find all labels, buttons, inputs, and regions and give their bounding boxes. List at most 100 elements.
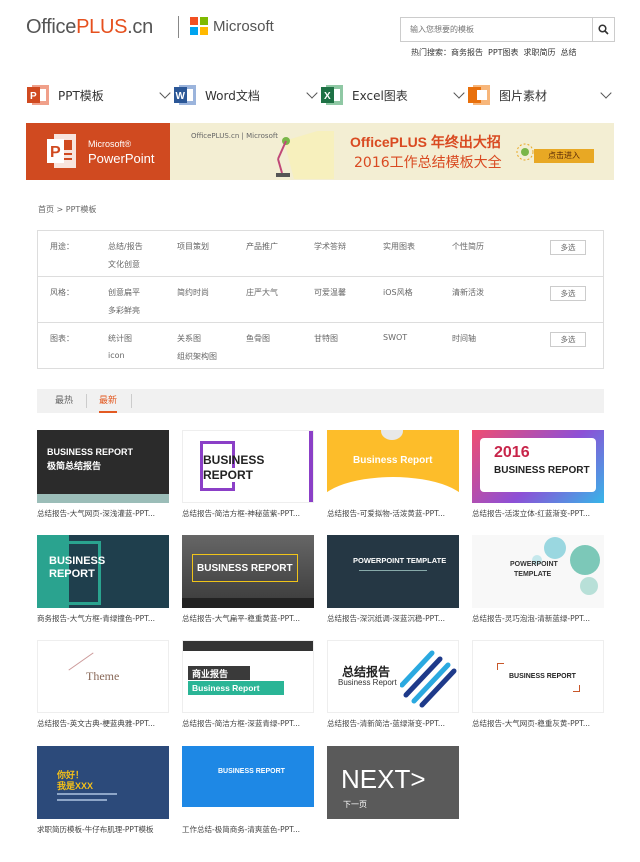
filter-option[interactable]: 总结/报告 — [108, 241, 143, 252]
logo-divider — [178, 16, 179, 38]
category-ppt[interactable]: P PPT模板 — [26, 80, 173, 110]
search-input[interactable] — [401, 18, 591, 41]
template-title[interactable]: 总结报告-大气网页-稳重灰黄-PPT... — [472, 718, 604, 729]
multi-select-button[interactable]: 多选 — [550, 286, 586, 301]
next-page-button[interactable]: NEXT> 下一页 — [327, 746, 459, 819]
excel-icon: X — [321, 85, 343, 105]
template-card[interactable]: POWERPOINT TEMPLATE 总结报告-灵巧泡泡-清新蓝绿-PPT..… — [472, 535, 604, 624]
filter-option[interactable]: 项目策划 — [177, 241, 209, 252]
filter-option[interactable]: 学术答辩 — [314, 241, 346, 252]
filter-option[interactable]: 清新活泼 — [452, 287, 484, 298]
sort-tabs: 最热 最新 — [37, 389, 604, 413]
template-title[interactable]: 总结报告-灵巧泡泡-清新蓝绿-PPT... — [472, 613, 604, 624]
filter-option[interactable]: 个性简历 — [452, 241, 484, 252]
filter-option[interactable]: 可爱温馨 — [314, 287, 346, 298]
filter-option[interactable]: SWOT — [383, 333, 407, 342]
template-thumbnail[interactable]: Business Report — [327, 430, 459, 503]
next-page-card[interactable]: NEXT> 下一页 — [327, 746, 459, 819]
hot-search-item[interactable]: 商务报告 — [451, 48, 483, 57]
tab-hot[interactable]: 最热 — [55, 389, 73, 413]
chevron-down-icon[interactable] — [159, 87, 171, 99]
chevron-down-icon[interactable] — [306, 87, 318, 99]
filter-option[interactable]: iOS风格 — [383, 287, 413, 298]
template-thumbnail[interactable]: 你好！ 我是XXX — [37, 746, 169, 819]
template-title[interactable]: 商务报告-大气方框-青绿撞色-PPT... — [37, 613, 169, 624]
template-title[interactable]: 工作总结-极简商务-清爽蓝色-PPT... — [182, 824, 314, 835]
filter-option[interactable]: 产品推广 — [246, 241, 278, 252]
template-title[interactable]: 总结报告-可爱拟物-活泼黄蓝-PPT... — [327, 508, 459, 519]
breadcrumb[interactable]: 首页 > PPT模板 — [38, 204, 96, 215]
filter-option[interactable]: 创意扁平 — [108, 287, 140, 298]
template-thumbnail[interactable]: BUSINESS REPORT — [472, 640, 604, 713]
hot-search-item[interactable]: PPT图表 — [488, 48, 519, 57]
thumb-text: Business Report — [192, 683, 260, 693]
template-card[interactable]: 总结报告 Business Report 总结报告-清新简洁-蓝绿渐变-PPT.… — [327, 640, 459, 729]
template-thumbnail[interactable]: 总结报告 Business Report — [327, 640, 459, 713]
template-thumbnail[interactable]: POWERPOINT TEMPLATE — [472, 535, 604, 608]
template-title[interactable]: 求职简历模板-牛仔布肌理-PPT模板 — [37, 824, 169, 835]
banner-enter-button[interactable]: 点击进入 — [534, 149, 594, 163]
thumb-text: 商业报告 — [192, 669, 229, 679]
template-title[interactable]: 总结报告-大气网页-深浅灌蓝-PPT... — [37, 508, 169, 519]
template-title[interactable]: 总结报告-大气扁平-稳重黄蓝-PPT... — [182, 613, 314, 624]
template-thumbnail[interactable]: POWERPOINT TEMPLATE — [327, 535, 459, 608]
template-title[interactable]: 总结报告-简洁方框-深蓝青绿-PPT... — [182, 718, 314, 729]
thumb-decor — [182, 807, 314, 819]
template-thumbnail[interactable]: BUSINESS REPORT — [182, 746, 314, 819]
template-title[interactable]: 总结报告-活泼立体-红蓝渐变-PPT... — [472, 508, 604, 519]
filter-option[interactable]: 文化创意 — [108, 259, 140, 270]
template-thumbnail[interactable]: BUSINESS REPORT — [182, 535, 314, 608]
template-card[interactable]: BUSINESS REPORT 商务报告-大气方框-青绿撞色-PPT... — [37, 535, 169, 624]
template-card[interactable]: 商业报告 Business Report 总结报告-简洁方框-深蓝青绿-PPT.… — [182, 640, 314, 729]
chevron-down-icon[interactable] — [453, 87, 465, 99]
template-card[interactable]: Business Report 总结报告-可爱拟物-活泼黄蓝-PPT... — [327, 430, 459, 519]
filter-option[interactable]: 鱼骨图 — [246, 333, 270, 344]
template-thumbnail[interactable]: Theme — [37, 640, 169, 713]
template-card[interactable]: BUSINESS REPORT 总结报告-大气网页-稳重灰黄-PPT... — [472, 640, 604, 729]
filter-option[interactable]: 庄严大气 — [246, 287, 278, 298]
category-word[interactable]: W Word文档 — [173, 80, 320, 110]
template-thumbnail[interactable]: BUSINESS REPORT 极简总结报告 — [37, 430, 169, 503]
hot-search-item[interactable]: 总结 — [561, 48, 577, 57]
tab-new[interactable]: 最新 — [99, 389, 118, 413]
thumb-text: POWERPOINT — [510, 561, 558, 568]
multi-select-button[interactable]: 多选 — [550, 332, 586, 347]
filter-option[interactable]: icon — [108, 351, 125, 360]
filter-option[interactable]: 实用图表 — [383, 241, 415, 252]
template-title[interactable]: 总结报告-深沉纸调-深蓝沉稳-PPT... — [327, 613, 459, 624]
template-thumbnail[interactable]: BUSINESS REPORT — [182, 430, 314, 503]
template-card[interactable]: POWERPOINT TEMPLATE 总结报告-深沉纸调-深蓝沉稳-PPT..… — [327, 535, 459, 624]
filter-option[interactable]: 统计图 — [108, 333, 132, 344]
category-excel[interactable]: X Excel图表 — [320, 80, 467, 110]
template-thumbnail[interactable]: 2016 BUSINESS REPORT — [472, 430, 604, 503]
template-card[interactable]: 2016 BUSINESS REPORT 总结报告-活泼立体-红蓝渐变-PPT.… — [472, 430, 604, 519]
search-button[interactable] — [592, 18, 614, 41]
template-title[interactable]: 总结报告-简洁方框-神秘蓝紫-PPT... — [182, 508, 314, 519]
filter-option[interactable]: 简约时尚 — [177, 287, 209, 298]
filter-row-usage: 用途： 总结/报告 项目策划 产品推广 学术答辩 实用图表 个性简历 文化创意 … — [38, 231, 603, 277]
template-card[interactable]: 你好！ 我是XXX 求职简历模板-牛仔布肌理-PPT模板 — [37, 746, 169, 835]
officeplus-logo[interactable]: OfficePLUS.cn — [26, 16, 153, 39]
chevron-down-icon[interactable] — [600, 87, 612, 99]
template-thumbnail[interactable]: 商业报告 Business Report — [182, 640, 314, 713]
filter-option[interactable]: 关系图 — [177, 333, 201, 344]
template-title[interactable]: 总结报告-清新简洁-蓝绿渐变-PPT... — [327, 718, 459, 729]
filter-option[interactable]: 多彩鲜亮 — [108, 305, 140, 316]
thumb-decor — [573, 685, 580, 692]
template-card[interactable]: BUSINESS REPORT 极简总结报告 总结报告-大气网页-深浅灌蓝-PP… — [37, 430, 169, 519]
category-image[interactable]: 图片素材 — [467, 80, 614, 110]
microsoft-logo[interactable]: Microsoft — [190, 17, 274, 35]
hot-search-item[interactable]: 求职简历 — [524, 48, 556, 57]
filter-option[interactable]: 组织架构图 — [177, 351, 217, 362]
template-thumbnail[interactable]: BUSINESS REPORT — [37, 535, 169, 608]
multi-select-button[interactable]: 多选 — [550, 240, 586, 255]
template-card[interactable]: BUSINESS REPORT 工作总结-极简商务-清爽蓝色-PPT... — [182, 746, 314, 835]
word-icon: W — [174, 85, 196, 105]
filter-option[interactable]: 甘特图 — [314, 333, 338, 344]
template-card[interactable]: Theme 总结报告-英文古典-梗蓝典雅-PPT... — [37, 640, 169, 729]
template-card[interactable]: BUSINESS REPORT 总结报告-简洁方框-神秘蓝紫-PPT... — [182, 430, 314, 519]
promo-banner[interactable]: P Microsoft® PowerPoint OfficePLUS.cn | … — [26, 123, 614, 180]
filter-option[interactable]: 时间轴 — [452, 333, 476, 344]
template-title[interactable]: 总结报告-英文古典-梗蓝典雅-PPT... — [37, 718, 169, 729]
template-card[interactable]: BUSINESS REPORT 总结报告-大气扁平-稳重黄蓝-PPT... — [182, 535, 314, 624]
